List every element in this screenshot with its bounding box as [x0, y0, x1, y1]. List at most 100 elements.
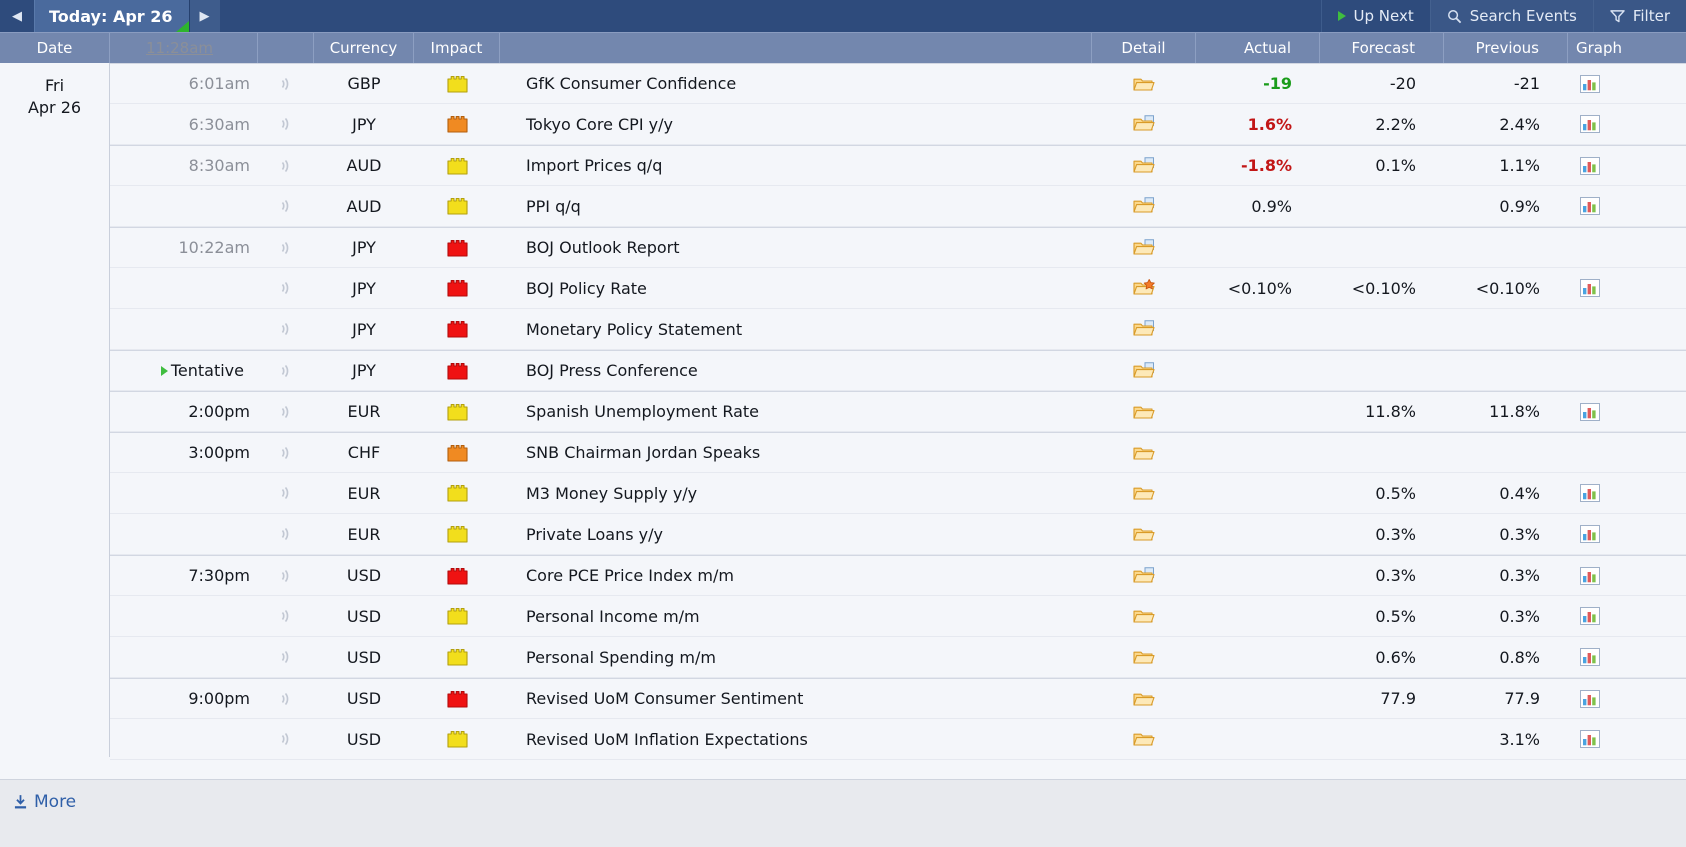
event-name-cell[interactable]: SNB Chairman Jordan Speaks [500, 432, 1092, 473]
impact-cell[interactable] [414, 104, 500, 145]
search-events-button[interactable]: Search Events [1429, 0, 1593, 32]
currency-cell[interactable]: EUR [314, 473, 414, 514]
graph-icon[interactable] [1580, 115, 1600, 133]
impact-high-icon[interactable] [446, 690, 468, 708]
alert-cell[interactable] [258, 145, 314, 186]
alert-cell[interactable] [258, 719, 314, 760]
audio-alert-icon[interactable] [279, 485, 294, 501]
impact-cell[interactable] [414, 350, 500, 391]
audio-alert-icon[interactable] [279, 158, 294, 174]
detail-cell[interactable] [1092, 268, 1196, 309]
currency-cell[interactable]: JPY [314, 350, 414, 391]
alert-cell[interactable] [258, 268, 314, 309]
impact-cell[interactable] [414, 719, 500, 760]
graph-cell[interactable] [1568, 186, 1686, 227]
alert-cell[interactable] [258, 637, 314, 678]
detail-cell[interactable] [1092, 63, 1196, 104]
impact-low-icon[interactable] [446, 403, 468, 421]
impact-high-icon[interactable] [446, 239, 468, 257]
detail-cell[interactable] [1092, 350, 1196, 391]
column-header-previous[interactable]: Previous [1444, 32, 1568, 64]
detail-cell[interactable] [1092, 186, 1196, 227]
currency-cell[interactable]: USD [314, 555, 414, 596]
table-row[interactable]: JPY BOJ Policy Rate <0.10% <0.10% <0.10% [110, 268, 1686, 309]
graph-cell[interactable] [1568, 350, 1686, 391]
graph-cell[interactable] [1568, 637, 1686, 678]
event-name-cell[interactable]: Revised UoM Inflation Expectations [500, 719, 1092, 760]
audio-alert-icon[interactable] [279, 321, 294, 337]
currency-cell[interactable]: JPY [314, 309, 414, 350]
graph-icon[interactable] [1580, 648, 1600, 666]
currency-cell[interactable]: USD [314, 637, 414, 678]
folder-document-icon[interactable] [1132, 115, 1156, 133]
currency-cell[interactable]: CHF [314, 432, 414, 473]
folder-icon[interactable] [1133, 607, 1155, 625]
audio-alert-icon[interactable] [279, 116, 294, 132]
event-name-cell[interactable]: Tokyo Core CPI y/y [500, 104, 1092, 145]
graph-icon[interactable] [1580, 566, 1600, 585]
folder-document-icon[interactable] [1132, 361, 1156, 380]
impact-cell[interactable] [414, 596, 500, 637]
column-header-date[interactable]: Date [0, 32, 110, 64]
event-name-cell[interactable]: GfK Consumer Confidence [500, 63, 1092, 104]
table-row[interactable]: JPY Monetary Policy Statement [110, 309, 1686, 350]
currency-cell[interactable]: AUD [314, 145, 414, 186]
event-name-cell[interactable]: BOJ Outlook Report [500, 227, 1092, 268]
detail-cell[interactable] [1092, 719, 1196, 760]
graph-icon[interactable] [1580, 484, 1600, 502]
filter-button[interactable]: Filter [1592, 0, 1686, 32]
detail-cell[interactable] [1092, 145, 1196, 186]
event-name-cell[interactable]: Spanish Unemployment Rate [500, 391, 1092, 432]
audio-alert-icon[interactable] [279, 363, 294, 379]
impact-high-icon[interactable] [446, 362, 468, 380]
table-row[interactable]: USD Personal Spending m/m 0.6% 0.8% [110, 637, 1686, 678]
alert-cell[interactable] [258, 104, 314, 145]
impact-cell[interactable] [414, 227, 500, 268]
event-name-cell[interactable]: Personal Spending m/m [500, 637, 1092, 678]
current-time-label[interactable]: 11:28am [146, 39, 213, 57]
impact-cell[interactable] [414, 63, 500, 104]
impact-cell[interactable] [414, 186, 500, 227]
table-row[interactable]: 2:00pm EUR Spanish Unemployment Rate 11.8% 1… [110, 391, 1686, 432]
alert-cell[interactable] [258, 309, 314, 350]
impact-low-icon[interactable] [446, 484, 468, 502]
graph-icon[interactable] [1580, 730, 1600, 748]
alert-cell[interactable] [258, 473, 314, 514]
graph-icon[interactable] [1580, 689, 1600, 708]
impact-medium-icon[interactable] [446, 444, 468, 462]
folder-document-icon[interactable] [1132, 320, 1156, 338]
audio-alert-icon[interactable] [279, 649, 294, 665]
graph-cell[interactable] [1568, 63, 1686, 104]
audio-alert-icon[interactable] [279, 445, 294, 461]
folder-icon[interactable] [1133, 403, 1155, 421]
table-row[interactable]: 6:30am JPY Tokyo Core CPI y/y 1.6% 2.2% 2.4% [110, 104, 1686, 145]
event-name-cell[interactable]: BOJ Press Conference [500, 350, 1092, 391]
graph-cell[interactable] [1568, 227, 1686, 268]
detail-cell[interactable] [1092, 678, 1196, 719]
impact-high-icon[interactable] [446, 320, 468, 338]
table-row[interactable]: 9:00pm USD Revised UoM Consumer Sentiment 7… [110, 678, 1686, 719]
column-header-forecast[interactable]: Forecast [1320, 32, 1444, 64]
event-name-cell[interactable]: Import Prices q/q [500, 145, 1092, 186]
graph-cell[interactable] [1568, 678, 1686, 719]
currency-cell[interactable]: AUD [314, 186, 414, 227]
column-header-impact[interactable]: Impact [414, 32, 500, 64]
graph-cell[interactable] [1568, 104, 1686, 145]
audio-alert-icon[interactable] [279, 731, 294, 747]
column-header-actual[interactable]: Actual [1196, 32, 1320, 64]
alert-cell[interactable] [258, 350, 314, 391]
impact-low-icon[interactable] [446, 525, 468, 543]
graph-cell[interactable] [1568, 145, 1686, 186]
folder-icon[interactable] [1133, 75, 1155, 93]
impact-cell[interactable] [414, 268, 500, 309]
detail-cell[interactable] [1092, 227, 1196, 268]
alert-cell[interactable] [258, 432, 314, 473]
impact-cell[interactable] [414, 309, 500, 350]
table-row[interactable]: 6:01am GBP GfK Consumer Confidence -19 -20 -2… [110, 63, 1686, 104]
detail-cell[interactable] [1092, 432, 1196, 473]
impact-cell[interactable] [414, 432, 500, 473]
impact-cell[interactable] [414, 514, 500, 555]
currency-cell[interactable]: USD [314, 596, 414, 637]
impact-low-icon[interactable] [446, 730, 468, 748]
alert-cell[interactable] [258, 391, 314, 432]
